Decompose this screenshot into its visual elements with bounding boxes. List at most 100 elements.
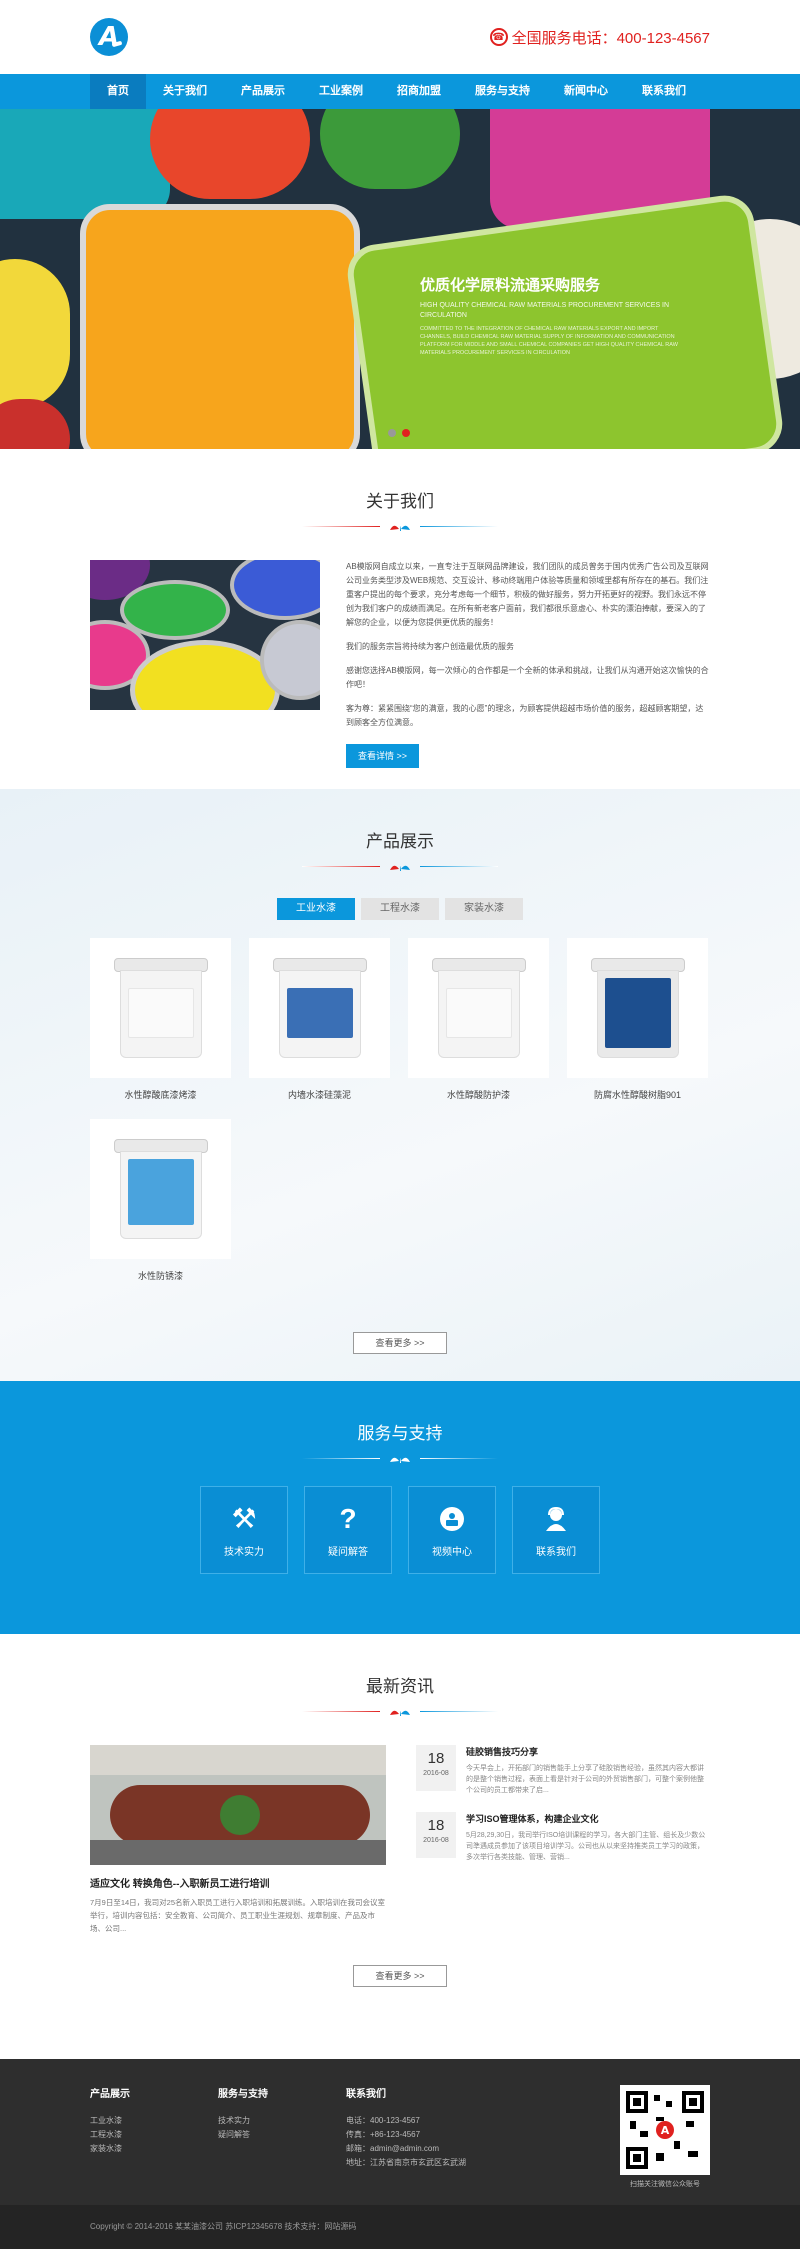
product-card[interactable]: 水性防锈漆 (90, 1119, 231, 1282)
hero-banner[interactable]: 优质化学原料流通采购服务 HIGH QUALITY CHEMICAL RAW M… (0, 109, 800, 449)
tools-icon: ⚒ (231, 1503, 257, 1534)
video-icon (436, 1503, 468, 1535)
footer-link[interactable]: 工程水漆 (90, 2128, 218, 2142)
nav-service[interactable]: 服务与支持 (458, 74, 547, 109)
question-icon: ? (339, 1502, 357, 1534)
paint-bucket-icon (590, 958, 685, 1058)
footer-link[interactable]: 疑问解答 (218, 2128, 346, 2142)
product-name: 水性防锈漆 (137, 1271, 183, 1281)
logo[interactable]: A (90, 18, 128, 56)
paint-red (150, 109, 310, 199)
title-ornament (90, 520, 710, 532)
news-item-desc: 5月28,29,30日，我司举行ISO培训课程的学习，各大部门主管、组长及少数公… (466, 1832, 706, 1861)
product-card[interactable]: 防腐水性醇酸树脂901 (567, 938, 708, 1101)
footer-link[interactable]: 家装水漆 (90, 2142, 218, 2156)
nav-news[interactable]: 新闻中心 (547, 74, 625, 109)
news-title: 最新资讯 (366, 1677, 434, 1696)
news-item-desc: 今天早会上，开拓部门的销售能手上分享了硅胶销售经验，虽然其内容大都讲的是整个销售… (466, 1765, 704, 1794)
site-footer: 产品展示 工业水漆 工程水漆 家装水漆 服务与支持 技术实力 疑问解答 联系我们… (0, 2059, 800, 2205)
news-item-title[interactable]: 硅胶销售技巧分享 (466, 1745, 710, 1758)
svg-text:A: A (661, 2124, 670, 2137)
phone-icon: ☎ (489, 28, 508, 46)
product-card[interactable]: 内墙水漆硅藻泥 (249, 938, 390, 1101)
footer-products: 产品展示 工业水漆 工程水漆 家装水漆 (90, 2085, 218, 2189)
product-grid: 水性醇酸底漆烤漆 内墙水漆硅藻泥 水性醇酸防护漆 防腐水性醇酸树脂901 水性防… (90, 938, 730, 1282)
featured-news-title: 适应文化 转换角色--入职新员工进行培训 (90, 1879, 270, 1890)
news-list: 18 2016-08 硅胶销售技巧分享 今天早会上，开拓部门的销售能手上分享了硅… (416, 1745, 710, 1935)
product-card[interactable]: 水性醇酸底漆烤漆 (90, 938, 231, 1101)
footer-service: 服务与支持 技术实力 疑问解答 (218, 2085, 346, 2189)
news-date: 18 2016-08 (416, 1745, 456, 1791)
paint-bucket-icon (113, 958, 208, 1058)
product-name: 内墙水漆硅藻泥 (287, 1090, 351, 1100)
tab-industrial[interactable]: 工业水漆 (277, 898, 355, 920)
hotline: ☎ 全国服务电话：400-123-4567 (489, 27, 710, 48)
copyright-text: Copyright © 2014-2016 某某油漆公司 苏ICP1234567… (90, 2222, 357, 2231)
banner-dot-1[interactable] (388, 429, 396, 437)
leaf-icon (390, 865, 410, 871)
support-icon (540, 1503, 572, 1535)
nav-about[interactable]: 关于我们 (146, 74, 224, 109)
paint-yellow (0, 259, 70, 409)
nav-contact[interactable]: 联系我们 (625, 74, 703, 109)
title-ornament (90, 860, 710, 872)
product-tabs: 工业水漆 工程水漆 家装水漆 (90, 898, 710, 920)
banner-text: 优质化学原料流通采购服务 HIGH QUALITY CHEMICAL RAW M… (420, 274, 690, 357)
product-name: 防腐水性醇酸树脂901 (593, 1090, 682, 1100)
banner-desc: COMMITTED TO THE INTEGRATION OF CHEMICAL… (420, 326, 678, 356)
title-ornament (90, 1705, 710, 1717)
service-title: 服务与支持 (357, 1424, 443, 1443)
featured-news-desc: 7月9日至14日，我司对25名新入职员工进行入职培训和拓展训练。入职培训在我司会… (90, 1898, 386, 1933)
product-name: 水性醇酸防护漆 (446, 1090, 510, 1100)
news-more-button[interactable]: 查看更多 >> (353, 1965, 447, 1987)
products-title: 产品展示 (366, 832, 434, 851)
leaf-icon (390, 1457, 410, 1463)
product-name: 水性醇酸底漆烤漆 (124, 1090, 197, 1100)
wechat-qr: A 扫描关注微信公众账号 (620, 2085, 710, 2189)
service-grid: ⚒ 技术实力 ? 疑问解答 视频中心 联系我们 (90, 1486, 710, 1574)
service-contact[interactable]: 联系我们 (512, 1486, 600, 1574)
news-item[interactable]: 18 2016-08 学习ISO管理体系，构建企业文化 5月28,29,30日，… (416, 1812, 710, 1863)
featured-news[interactable]: 适应文化 转换角色--入职新员工进行培训 7月9日至14日，我司对25名新入职员… (90, 1745, 386, 1935)
service-tech[interactable]: ⚒ 技术实力 (200, 1486, 288, 1574)
banner-subtitle: HIGH QUALITY CHEMICAL RAW MATERIALS PROC… (420, 302, 670, 319)
about-title: 关于我们 (366, 492, 434, 511)
nav-join[interactable]: 招商加盟 (380, 74, 458, 109)
paint-teal (0, 109, 170, 219)
footer-link[interactable]: 工业水漆 (90, 2114, 218, 2128)
news-section: 最新资讯 适应文化 转换角色--入职新员工进行培训 7月9日至14日，我司对25… (0, 1634, 800, 2059)
main-nav: 首页 关于我们 产品展示 工业案例 招商加盟 服务与支持 新闻中心 联系我们 (0, 74, 800, 109)
about-text: AB模版网自成立以来，一直专注于互联网品牌建设，我们团队的成员曾务于国内优秀广告… (346, 560, 710, 768)
copyright-bar: Copyright © 2014-2016 某某油漆公司 苏ICP1234567… (0, 2205, 800, 2249)
footer-link[interactable]: 技术实力 (218, 2114, 346, 2128)
banner-dot-2[interactable] (402, 429, 410, 437)
site-header: A ☎ 全国服务电话：400-123-4567 (0, 0, 800, 74)
paint-red-bottom (0, 399, 70, 449)
products-more-button[interactable]: 查看更多 >> (353, 1332, 447, 1354)
news-item-title[interactable]: 学习ISO管理体系，构建企业文化 (466, 1812, 710, 1825)
about-section: 关于我们 AB模版网自成立以来，一直专注于互联网品牌建设，我们团队的成员曾务于国… (0, 449, 800, 789)
banner-title: 优质化学原料流通采购服务 (420, 277, 601, 294)
news-image (90, 1745, 386, 1865)
leaf-icon (390, 525, 410, 531)
product-card[interactable]: 水性醇酸防护漆 (408, 938, 549, 1101)
service-faq[interactable]: ? 疑问解答 (304, 1486, 392, 1574)
nav-products[interactable]: 产品展示 (224, 74, 302, 109)
title-ornament (90, 1452, 710, 1464)
news-item[interactable]: 18 2016-08 硅胶销售技巧分享 今天早会上，开拓部门的销售能手上分享了硅… (416, 1745, 710, 1796)
about-more-button[interactable]: 查看详情 >> (346, 744, 420, 768)
leaf-icon (390, 1710, 410, 1716)
service-section: 服务与支持 ⚒ 技术实力 ? 疑问解答 视频中心 联系我们 (0, 1381, 800, 1634)
paint-green-top (320, 109, 460, 189)
nav-home[interactable]: 首页 (90, 74, 146, 109)
about-image (90, 560, 320, 710)
tab-engineering[interactable]: 工程水漆 (361, 898, 439, 920)
paint-bucket-icon (113, 1139, 208, 1239)
nav-cases[interactable]: 工业案例 (302, 74, 380, 109)
paint-orange (80, 204, 360, 449)
news-date: 18 2016-08 (416, 1812, 456, 1858)
service-video[interactable]: 视频中心 (408, 1486, 496, 1574)
banner-pager (388, 429, 410, 437)
tab-home[interactable]: 家装水漆 (445, 898, 523, 920)
hotline-text: 全国服务电话：400-123-4567 (511, 29, 710, 47)
